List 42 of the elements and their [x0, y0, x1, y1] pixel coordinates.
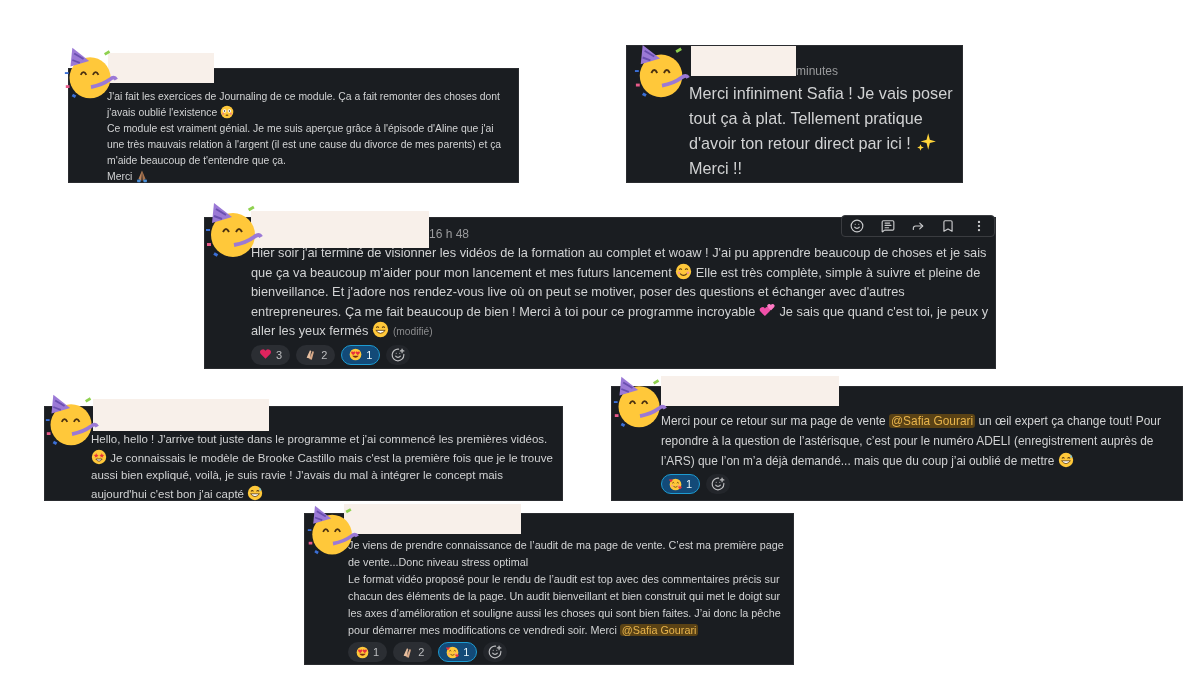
message-text: Merci	[107, 169, 512, 186]
reaction-button[interactable]: 1	[661, 474, 701, 494]
flushed-face-icon	[220, 105, 235, 119]
heart-icon	[259, 348, 272, 361]
edited-label: (modifié)	[392, 326, 433, 337]
message-text: Hello, hello ! J'arrive tout juste dans le programme et j'ai commencé les premières vidéos. Je connaissais le modèle de Brooke Castillo mais c'est la première fois que je le trouve aussi bien expliqué, voilà, je suis ravie ! J'avais du mal à intégrer le concept mais aujourd'hui c'est bon j'ai capté	[91, 432, 554, 503]
share-icon[interactable]	[910, 219, 925, 233]
grinning-face-icon	[371, 321, 389, 339]
heart-eyes-face-icon	[349, 348, 363, 361]
add-reaction-icon[interactable]	[850, 219, 865, 233]
sparkles-icon	[915, 131, 938, 154]
message-text: J'ai fait les exercices de Journaling de ce module. Ça a fait remonter des choses dont j'avais oublié l'existence	[107, 90, 501, 121]
smiling-face-with-hearts-icon	[669, 477, 682, 491]
mention-link[interactable]: @Safia Gourari	[889, 414, 976, 428]
reaction-button[interactable]: 2	[393, 642, 433, 662]
star-struck-face-icon	[91, 448, 107, 465]
message-text: Merci pour ce retour sur ma page de vente @Safia Gourari un œil expert ça change tout! Pour repondre à la question de l’astérisque, c’est pour le numéro ADELI (enregistrement auprès de l’ARS) que l’on m’a déjà demandé... mais que du coup j’ai oublié de mettre	[661, 413, 1162, 470]
heart-eyes-face-icon	[356, 645, 369, 659]
message-text: Ce module est vraiment génial. Je me suis aperçue grâce à l'épisode d'Aline que j'ai une très mauvais relation à l'argent (il est une cause du divorce de mes parents) et ça m'aide beaucoup de t'entendre que ça.	[107, 122, 503, 169]
reaction-button[interactable]: 1	[341, 344, 381, 365]
two-hearts-icon	[758, 301, 776, 319]
add-reaction-button[interactable]	[483, 642, 508, 662]
timestamp: 16 h 48	[429, 225, 470, 243]
timestamp: minutes	[796, 62, 839, 80]
reaction-button[interactable]: 2	[296, 344, 336, 365]
bookmark-icon[interactable]	[941, 219, 956, 233]
sweat-smile-face-icon	[1057, 451, 1074, 468]
folded-hands-icon	[135, 169, 150, 184]
message-text: Le format vidéo proposé pour le rendu de l’audit est top avec des commentaires précis sur chacun des éléments de la page. Un audit bienveillant et bien construit qui met le doigt sur les axes d’amélioration et souligne aussi les choses qui sont bien faites. J’ai donc la pêche pour démarrer mes modifications ce vendredi soir. Merci @Safia Gourari	[348, 572, 782, 638]
reaction-button[interactable]: 1	[438, 642, 478, 662]
reply-icon[interactable]	[880, 219, 895, 233]
sweat-smile-face-icon	[247, 484, 264, 501]
message-text: Merci infiniment Safia ! Je vais poser tout ça à plat. Tellement pratique d'avoir ton retour direct par ici ! Merci !!	[689, 83, 954, 179]
add-reaction-button[interactable]	[386, 344, 411, 365]
reaction-button[interactable]: 3	[251, 344, 291, 365]
smiling-face-icon	[675, 262, 693, 280]
mention-link[interactable]: @Safia Gourari	[619, 624, 699, 636]
add-reaction-button[interactable]	[706, 474, 731, 494]
smiling-face-with-hearts-icon	[446, 645, 460, 659]
message-text: Hier soir j'ai terminé de visionner les vidéos de la formation au complet et woaw ! J'ai pu apprendre beaucoup de choses et je sais que ça va beaucoup m'aider pour mon lancement et mes futurs lancement Elle est très complète, simple à suivre et pleine de bienveillance. Et j'adore nos rendez-vous live où on peut se motiver, poser des questions et échanger avec d'autres entrepreneures. Ça me fait beaucoup de bien ! Merci à toi pour ce programme incroyable Je sais que quand c'est toi, je peux y aller les yeux fermés (modifié)	[251, 244, 989, 341]
message-text: Je viens de prendre connaissance de l’audit de ma page de vente. C’est ma première page de vente...Donc niveau stress optimal	[348, 538, 785, 570]
reaction-button[interactable]: 1	[348, 642, 388, 662]
